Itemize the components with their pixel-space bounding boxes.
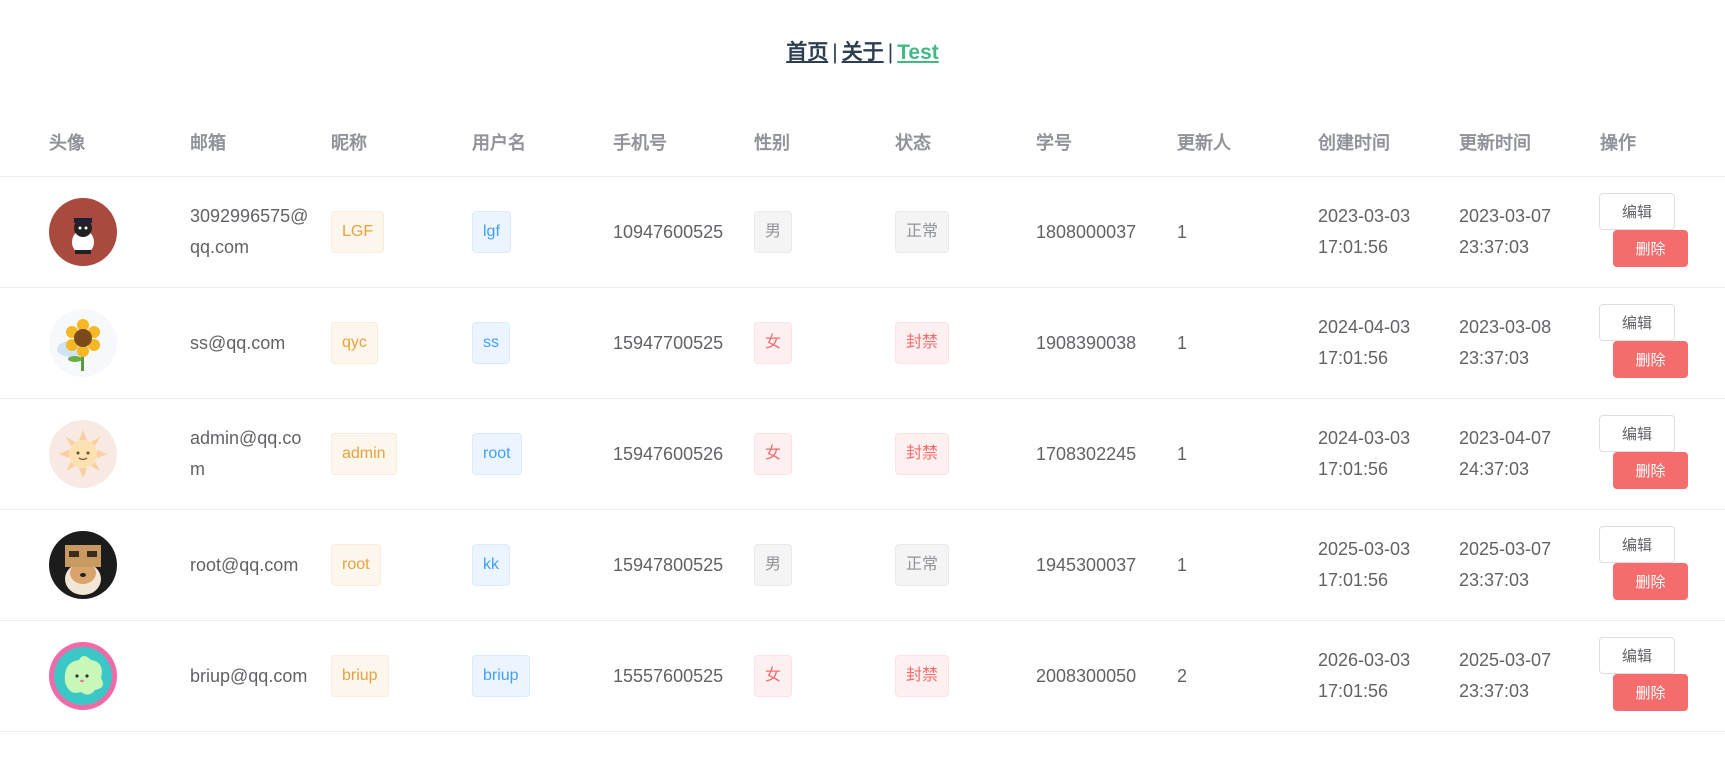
header-username: 用户名 xyxy=(472,133,526,153)
updated-cell: 2023-03-08 23:37:03 xyxy=(1459,317,1552,368)
gender-tag: 男 xyxy=(754,211,793,253)
row-actions: 编辑 删除 xyxy=(1599,415,1719,495)
header-updater: 更新人 xyxy=(1177,133,1231,153)
nav-link-about[interactable]: 关于 xyxy=(842,41,884,64)
phone-cell: 15947600526 xyxy=(613,443,724,464)
updater-cell: 1 xyxy=(1177,443,1188,464)
username-tag: lgf xyxy=(472,211,511,253)
updated-cell: 2025-03-07 23:37:03 xyxy=(1459,650,1552,701)
ghost-avatar-icon xyxy=(49,642,117,710)
phone-cell: 15557600525 xyxy=(613,665,724,686)
cat-avatar-icon xyxy=(49,198,117,266)
edit-button[interactable]: 编辑 xyxy=(1599,193,1675,230)
row-actions: 编辑 删除 xyxy=(1599,193,1719,273)
header-phone: 手机号 xyxy=(613,133,667,153)
nav-separator: | xyxy=(887,41,894,64)
username-tag: kk xyxy=(472,544,510,586)
updater-cell: 1 xyxy=(1177,554,1188,575)
created-cell: 2024-03-03 17:01:56 xyxy=(1318,428,1411,479)
table-header: 头像 邮箱 昵称 用户名 手机号 性别 状态 学号 更新人 创建时间 更新时间 … xyxy=(0,111,1725,177)
nav-link-home[interactable]: 首页 xyxy=(786,41,828,64)
status-tag: 封禁 xyxy=(895,655,950,697)
header-updated: 更新时间 xyxy=(1459,133,1531,153)
updated-cell: 2023-03-07 23:37:03 xyxy=(1459,206,1552,257)
header-nickname: 昵称 xyxy=(331,133,367,153)
nickname-tag: LGF xyxy=(331,211,385,253)
updater-cell: 2 xyxy=(1177,665,1188,686)
nickname-tag: root xyxy=(331,544,381,586)
phone-cell: 15947800525 xyxy=(613,554,724,575)
email-cell: admin@qq.com xyxy=(190,428,302,479)
table-row: briup@qq.com briup briup 15557600525 女 封… xyxy=(0,621,1725,732)
edit-button[interactable]: 编辑 xyxy=(1599,637,1675,674)
updater-cell: 1 xyxy=(1177,332,1188,353)
nav-link-test[interactable]: Test xyxy=(897,41,939,64)
created-cell: 2024-04-03 17:01:56 xyxy=(1318,317,1411,368)
row-actions: 编辑 删除 xyxy=(1599,304,1719,384)
table-row: admin@qq.com admin root 15947600526 女 封禁… xyxy=(0,399,1725,510)
header-email: 邮箱 xyxy=(190,133,226,153)
header-gender: 性别 xyxy=(754,133,790,153)
student-id-cell: 1908390038 xyxy=(1036,332,1137,353)
username-tag: briup xyxy=(472,655,530,697)
student-id-cell: 1808000037 xyxy=(1036,221,1137,242)
status-tag: 正常 xyxy=(895,211,950,253)
top-nav: 首页 | 关于 | Test xyxy=(0,36,1725,66)
username-tag: ss xyxy=(472,322,510,364)
nav-separator: | xyxy=(832,41,838,64)
email-cell: 3092996575@qq.com xyxy=(190,206,309,257)
table-row: root@qq.com root kk 15947800525 男 正常 194… xyxy=(0,510,1725,621)
updated-cell: 2025-03-07 23:37:03 xyxy=(1459,539,1552,590)
nickname-tag: admin xyxy=(331,433,397,475)
phone-cell: 10947600525 xyxy=(613,221,724,242)
student-id-cell: 1708302245 xyxy=(1036,443,1137,464)
delete-button[interactable]: 删除 xyxy=(1613,674,1688,711)
email-cell: ss@qq.com xyxy=(190,332,286,353)
delete-button[interactable]: 删除 xyxy=(1613,341,1688,378)
header-status: 状态 xyxy=(895,133,931,153)
header-created: 创建时间 xyxy=(1318,133,1390,153)
nickname-tag: briup xyxy=(331,655,389,697)
row-actions: 编辑 删除 xyxy=(1599,637,1719,717)
created-cell: 2023-03-03 17:01:56 xyxy=(1318,206,1411,257)
nickname-tag: qyc xyxy=(331,322,378,364)
created-cell: 2026-03-03 17:01:56 xyxy=(1318,650,1411,701)
table-row: 3092996575@qq.com LGF lgf 10947600525 男 … xyxy=(0,177,1725,288)
sunflower-avatar-icon xyxy=(49,309,117,377)
header-actions: 操作 xyxy=(1600,133,1636,153)
status-tag: 封禁 xyxy=(895,322,950,364)
email-cell: briup@qq.com xyxy=(190,665,308,686)
edit-button[interactable]: 编辑 xyxy=(1599,304,1675,341)
edit-button[interactable]: 编辑 xyxy=(1599,526,1675,563)
header-student-id: 学号 xyxy=(1036,133,1072,153)
student-id-cell: 1945300037 xyxy=(1036,554,1137,575)
delete-button[interactable]: 删除 xyxy=(1613,563,1688,600)
gender-tag: 女 xyxy=(754,655,793,697)
gender-tag: 女 xyxy=(754,433,793,475)
created-cell: 2025-03-03 17:01:56 xyxy=(1318,539,1411,590)
row-actions: 编辑 删除 xyxy=(1599,526,1719,606)
updated-cell: 2023-04-07 24:37:03 xyxy=(1459,428,1552,479)
email-cell: root@qq.com xyxy=(190,554,299,575)
edit-button[interactable]: 编辑 xyxy=(1599,415,1675,452)
username-tag: root xyxy=(472,433,522,475)
phone-cell: 15947700525 xyxy=(613,332,724,353)
header-avatar: 头像 xyxy=(49,133,85,153)
student-id-cell: 2008300050 xyxy=(1036,665,1137,686)
gender-tag: 女 xyxy=(754,322,793,364)
user-table: 头像 邮箱 昵称 用户名 手机号 性别 状态 学号 更新人 创建时间 更新时间 … xyxy=(0,111,1725,732)
status-tag: 正常 xyxy=(895,544,950,586)
delete-button[interactable]: 删除 xyxy=(1613,230,1688,267)
sun-avatar-icon xyxy=(49,420,117,488)
gender-tag: 男 xyxy=(754,544,793,586)
updater-cell: 1 xyxy=(1177,221,1188,242)
delete-button[interactable]: 删除 xyxy=(1613,452,1688,489)
status-tag: 封禁 xyxy=(895,433,950,475)
dog-avatar-icon xyxy=(49,531,117,599)
table-row: ss@qq.com qyc ss 15947700525 女 封禁 190839… xyxy=(0,288,1725,399)
